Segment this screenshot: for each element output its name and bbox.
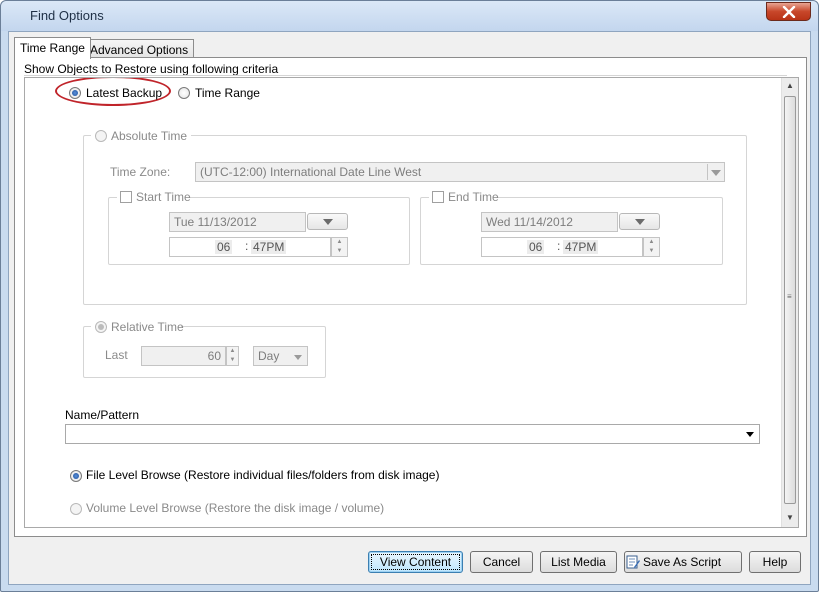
name-pattern-combo[interactable] [65,424,760,444]
scroll-up-icon[interactable]: ▲ [782,78,798,94]
start-time-spinner[interactable]: ▲ ▼ [331,237,348,257]
find-options-window: Find Options Time Range Advanced Options… [0,0,819,592]
start-date-dropdown-button[interactable] [307,213,348,230]
spin-up-icon[interactable]: ▲ [227,347,238,356]
time-zone-dropdown-button[interactable] [707,164,722,180]
tab-advanced-options[interactable]: Advanced Options [84,39,195,59]
criteria-divider [24,75,787,76]
scroll-down-icon[interactable]: ▼ [782,510,798,526]
end-time-checkbox[interactable] [432,191,444,203]
name-pattern-label: Name/Pattern [65,408,140,422]
volume-level-browse-radio[interactable] [70,503,82,515]
start-date-field[interactable]: Tue 11/13/2012 [169,212,306,232]
latest-backup-label: Latest Backup [86,86,163,100]
start-minute[interactable]: 47PM [251,240,287,254]
title-bar[interactable]: Find Options [1,1,818,31]
last-value-spinner[interactable]: ▲ ▼ [226,346,239,366]
time-zone-select[interactable]: (UTC-12:00) International Date Line West [195,162,725,182]
start-hour[interactable]: 06 [215,240,233,254]
close-icon [782,6,796,18]
absolute-time-radio[interactable] [95,130,107,142]
end-time-field[interactable] [481,237,643,257]
chevron-down-icon [635,219,645,225]
tab-time-range[interactable]: Time Range [14,37,91,59]
volume-level-browse-label: Volume Level Browse (Restore the disk im… [86,501,385,515]
last-label: Last [105,348,128,362]
chevron-down-icon [323,219,333,225]
start-date-value: Tue 11/13/2012 [174,215,257,229]
scrollbar-thumb[interactable]: ≡ [784,96,796,504]
criteria-label: Show Objects to Restore using following … [24,62,279,76]
relative-time-label: Relative Time [111,320,184,334]
spin-down-icon[interactable]: ▼ [644,247,659,256]
absolute-time-label: Absolute Time [111,129,188,143]
start-time-field[interactable] [169,237,331,257]
spin-up-icon[interactable]: ▲ [332,238,347,247]
file-level-browse-label: File Level Browse (Restore individual fi… [86,468,440,482]
spin-down-icon[interactable]: ▼ [227,356,238,365]
cancel-button[interactable]: Cancel [470,551,533,573]
dialog-body: Time Range Advanced Options Show Objects… [8,31,811,585]
time-range-panel: Show Objects to Restore using following … [14,57,807,537]
end-date-value: Wed 11/14/2012 [486,215,573,229]
script-icon [626,555,640,569]
criteria-scroll-area[interactable]: Latest Backup Time Range Absolute Time T… [24,77,799,528]
latest-backup-radio[interactable] [69,87,81,99]
time-zone-value: (UTC-12:00) International Date Line West [200,165,422,179]
last-value-field[interactable]: 60 [141,346,226,366]
unit-value: Day [258,349,280,363]
window-title: Find Options [30,8,104,23]
vertical-scrollbar[interactable]: ▲ ≡ ▼ [781,78,798,527]
save-as-script-label: Save As Script [643,555,722,569]
help-button[interactable]: Help [749,551,801,573]
end-time-label: End Time [448,190,499,204]
grip-icon: ≡ [787,292,792,301]
time-zone-label: Time Zone: [110,165,171,179]
spin-down-icon[interactable]: ▼ [332,247,347,256]
spin-up-icon[interactable]: ▲ [644,238,659,247]
save-as-script-button[interactable]: Save As Script [624,551,742,573]
end-date-field[interactable]: Wed 11/14/2012 [481,212,618,232]
chevron-down-icon [294,355,302,360]
list-media-button[interactable]: List Media [540,551,617,573]
close-button[interactable] [766,2,811,21]
time-range-radio[interactable] [178,87,190,99]
unit-select[interactable]: Day [253,346,308,366]
end-date-dropdown-button[interactable] [619,213,660,230]
time-range-label: Time Range [195,86,260,100]
start-time-label: Start Time [136,190,191,204]
end-time-separator: : [557,239,561,253]
start-time-separator: : [245,239,249,253]
start-time-checkbox[interactable] [120,191,132,203]
end-time-spinner[interactable]: ▲ ▼ [643,237,660,257]
chevron-down-icon [711,170,721,176]
end-hour[interactable]: 06 [527,240,545,254]
chevron-down-icon[interactable] [746,432,754,437]
relative-time-radio[interactable] [95,321,107,333]
focus-ring [371,554,460,570]
end-minute[interactable]: 47PM [563,240,599,254]
last-value: 60 [207,349,221,363]
view-content-button[interactable]: View Content [368,551,463,573]
file-level-browse-radio[interactable] [70,470,82,482]
